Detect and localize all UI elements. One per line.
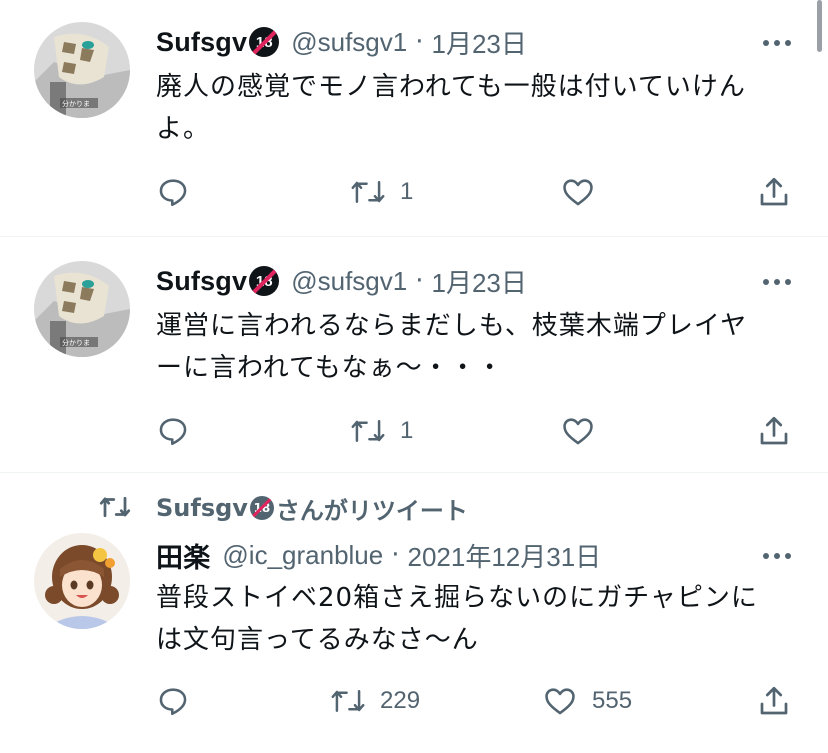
avatar[interactable]: 分かりま [34, 22, 130, 118]
retweet-button[interactable]: 1 [350, 172, 413, 212]
retweet-button[interactable]: 229 [330, 681, 420, 721]
retweet-icon [351, 420, 385, 442]
avatar[interactable] [34, 533, 130, 629]
reply-button[interactable] [156, 172, 190, 212]
tweet-date[interactable]: 1月23日 [431, 24, 526, 61]
giraffe-avatar-image: 分かりま [34, 22, 130, 118]
share-icon [760, 416, 788, 445]
anime-girl-avatar-image [34, 533, 130, 629]
like-icon [545, 688, 575, 715]
tweet-actions: 1 [0, 411, 828, 451]
like-count: 555 [592, 687, 633, 714]
separator-dot: · [415, 27, 424, 57]
retweeted-by[interactable]: Sufsgv 18 さんがリツイート [156, 491, 468, 525]
share-icon [760, 177, 788, 206]
avatar[interactable]: 分かりま [34, 261, 130, 357]
user-handle[interactable]: @ic_granblue [222, 540, 383, 571]
age-18-badge-icon: 18 [249, 496, 274, 520]
tweet-header: Sufsgv 18 @sufsgv1 · 1月23日 [156, 22, 527, 62]
user-handle[interactable]: @sufsgv1 [291, 27, 407, 58]
tweet-text: 廃人の感覚でモノ言われても一般は付いていけん よ。 [156, 66, 796, 150]
retweeted-indicator-icon [98, 489, 132, 525]
like-button[interactable] [560, 411, 610, 451]
tweet-date[interactable]: 2021年12月31日 [408, 537, 602, 574]
more-options-icon[interactable] [760, 28, 794, 58]
tweet-2[interactable]: 分かりま Sufsgv 18 @sufsgv1 · 1月23日 運営に言われるな… [0, 237, 828, 473]
like-icon [563, 179, 593, 206]
display-name[interactable]: Sufsgv [156, 27, 247, 58]
tweet-text-line: 廃人の感覚でモノ言われても一般は付いていけん [156, 72, 746, 102]
tweet-date[interactable]: 1月23日 [431, 263, 526, 300]
tweet-actions: 229 555 [0, 681, 828, 721]
giraffe-avatar-image: 分かりま [34, 261, 130, 357]
share-button[interactable] [756, 681, 792, 721]
retweet-count: 229 [380, 687, 421, 714]
retweet-button[interactable]: 1 [350, 411, 413, 451]
like-button[interactable] [560, 172, 610, 212]
tweet-text: 運営に言われるならまだしも、枝葉木端プレイヤ ーに言われてもなぁ〜・・・ [156, 305, 796, 389]
retweeted-label: さんがリツイート [275, 496, 468, 525]
separator-dot: · [415, 266, 424, 296]
retweet-icon [331, 690, 365, 712]
tweet-text-line: 普段ストイベ20箱さえ掘らないのにガチャピンに [156, 583, 758, 613]
age-18-badge-icon: 18 [249, 266, 280, 296]
more-options-icon[interactable] [760, 541, 794, 571]
user-handle[interactable]: @sufsgv1 [291, 266, 407, 297]
tweet-header: Sufsgv 18 @sufsgv1 · 1月23日 [156, 261, 527, 301]
share-icon [760, 686, 788, 715]
reply-icon [159, 688, 187, 716]
retweeter-name[interactable]: Sufsgv [156, 494, 248, 522]
share-button[interactable] [756, 172, 792, 212]
reply-button[interactable] [156, 411, 190, 451]
like-icon [563, 418, 593, 445]
like-button[interactable]: 555 [542, 681, 632, 721]
tweet-text-line: は文句言ってるみなさ〜ん [156, 625, 479, 655]
reply-icon [159, 179, 187, 207]
retweet-icon [351, 181, 385, 203]
separator-dot: · [391, 540, 400, 570]
tweet-text: 普段ストイベ20箱さえ掘らないのにガチャピンに は文句言ってるみなさ〜ん [156, 577, 796, 661]
avatar-caption: 分かりま [62, 338, 90, 347]
reply-button[interactable] [156, 681, 190, 721]
reply-icon [159, 418, 187, 446]
tweet-3[interactable]: Sufsgv 18 さんがリツイート 田楽 @ic_granblue · 202… [0, 473, 828, 753]
tweet-text-line: よ。 [156, 114, 211, 144]
display-name[interactable]: 田楽 [156, 536, 210, 575]
display-name[interactable]: Sufsgv [156, 266, 247, 297]
share-button[interactable] [756, 411, 792, 451]
tweet-header: 田楽 @ic_granblue · 2021年12月31日 [156, 535, 601, 575]
age-18-badge-icon: 18 [249, 27, 280, 57]
avatar-caption: 分かりま [62, 99, 90, 108]
retweet-count: 1 [400, 417, 414, 444]
tweet-actions: 1 [0, 172, 828, 212]
retweet-count: 1 [400, 178, 414, 205]
tweet-text-line: 運営に言われるならまだしも、枝葉木端プレイヤ [156, 311, 748, 341]
tweet-1[interactable]: 分かりま Sufsgv 18 @sufsgv1 · 1月23日 廃人の感覚でモノ… [0, 0, 828, 236]
more-options-icon[interactable] [760, 267, 794, 297]
tweet-text-line: ーに言われてもなぁ〜・・・ [156, 353, 504, 383]
